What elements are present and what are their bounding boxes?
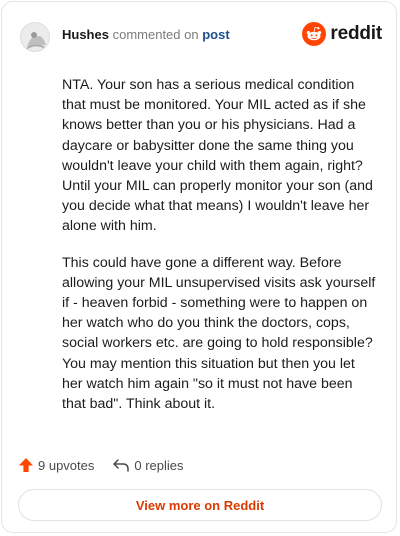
post-link[interactable]: post — [202, 27, 229, 42]
user-avatar[interactable] — [20, 22, 50, 52]
upvote-count: 9 upvotes — [38, 457, 95, 473]
username-link[interactable]: Hushes — [62, 27, 109, 42]
view-more-label: View more on Reddit — [135, 497, 265, 513]
comment-paragraph: NTA. Your son has a serious medical cond… — [62, 77, 373, 235]
comment-header: Hushes commented on post reddit — [16, 16, 382, 56]
comment-meta: Hushes commented on post — [62, 26, 230, 44]
reply-arrow-icon — [113, 459, 130, 472]
comment-body: NTA. Your son has a serious medical cond… — [62, 75, 378, 430]
replies-button[interactable]: 0 replies — [112, 457, 184, 473]
reply-count: 0 replies — [134, 457, 184, 473]
reddit-snoo-icon — [302, 22, 327, 46]
reddit-logo[interactable]: reddit — [302, 21, 382, 47]
upvote-arrow-icon — [19, 458, 33, 472]
view-more-button[interactable]: View more on Reddit — [18, 489, 382, 521]
upvote-button[interactable]: 9 upvotes — [18, 457, 94, 473]
comment-actions: 9 upvotes 0 replies — [18, 454, 202, 476]
reddit-wordmark: reddit — [330, 23, 382, 44]
comment-paragraph: This could have gone a different way. Be… — [62, 254, 376, 413]
comment-card: Hushes commented on post reddit NTA. You… — [1, 1, 397, 533]
commented-on-text: commented on — [112, 27, 199, 42]
